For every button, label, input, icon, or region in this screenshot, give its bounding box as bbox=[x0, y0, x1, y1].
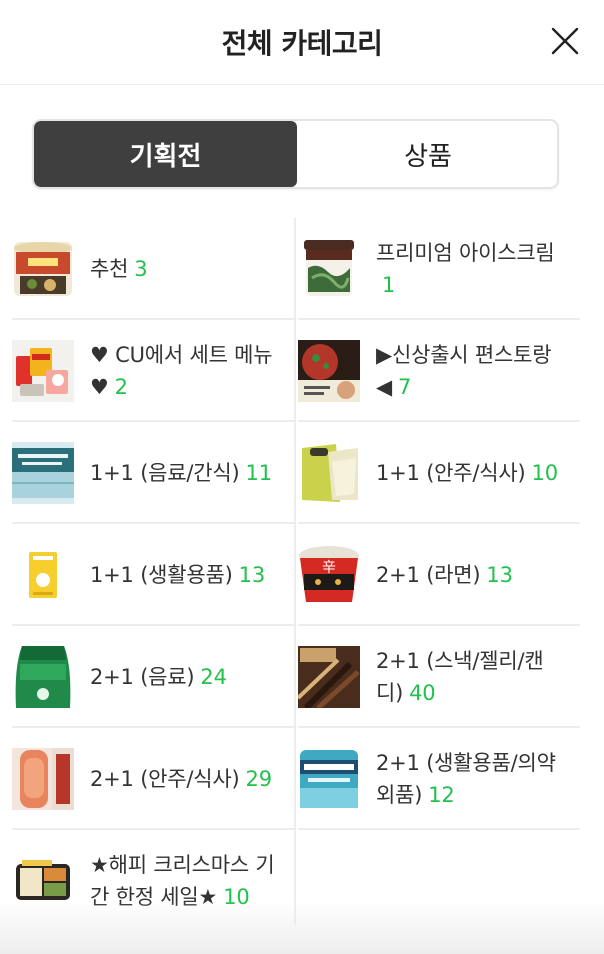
bottom-fade bbox=[0, 900, 604, 954]
category-label: 추천 3 bbox=[90, 257, 148, 281]
category-label: ♥ CU에서 세트 메뉴 ♥ 2 bbox=[90, 343, 273, 399]
category-item-2plus1-household-medicine[interactable]: 2+1 (생활용품/의약외품) 12 bbox=[298, 728, 580, 830]
category-label: ▶신상출시 편스토랑◀ 7 bbox=[376, 343, 552, 399]
category-label: 2+1 (라면) 13 bbox=[376, 563, 513, 587]
sausage-pack-icon bbox=[12, 748, 74, 810]
category-label: 1+1 (음료/간식) 11 bbox=[90, 461, 273, 485]
row-divider bbox=[298, 828, 580, 830]
category-label: 1+1 (안주/식사) 10 bbox=[376, 461, 559, 485]
close-button[interactable] bbox=[548, 24, 582, 58]
page-title: 전체 카테고리 bbox=[221, 27, 383, 60]
category-count: 10 bbox=[531, 461, 559, 485]
category-item-1plus1-household[interactable]: 1+1 (생활용품) 13 bbox=[12, 524, 294, 626]
category-count: 29 bbox=[245, 767, 273, 791]
category-item-2plus1-food[interactable]: 2+1 (안주/식사) 29 bbox=[12, 728, 294, 830]
category-item-recommended[interactable]: 추천 3 bbox=[12, 218, 294, 320]
category-label: 2+1 (생활용품/의약외품) 12 bbox=[376, 751, 556, 807]
category-label: 2+1 (안주/식사) 29 bbox=[90, 767, 273, 791]
category-label: 1+1 (생활용품) 13 bbox=[90, 563, 266, 587]
tab-products[interactable]: 상품 bbox=[297, 121, 557, 187]
category-tab-switch: 기획전 상품 bbox=[32, 119, 559, 189]
pepero-box-icon bbox=[298, 646, 360, 708]
category-label: 2+1 (스낵/젤리/캔디) 40 bbox=[376, 649, 544, 705]
category-count: 2 bbox=[114, 375, 128, 399]
category-count: 1 bbox=[382, 273, 396, 297]
close-icon bbox=[551, 27, 579, 55]
category-item-1plus1-drinks-snacks[interactable]: 1+1 (음료/간식) 11 bbox=[12, 422, 294, 524]
category-item-premium-icecream[interactable]: 프리미엄 아이스크림1 bbox=[298, 218, 580, 320]
category-item-1plus1-food[interactable]: 1+1 (안주/식사) 10 bbox=[298, 422, 580, 524]
category-item-new-release[interactable]: ▶신상출시 편스토랑◀ 7 bbox=[298, 320, 580, 422]
category-count: 7 bbox=[397, 375, 412, 399]
mask-pack-icon bbox=[12, 544, 74, 606]
category-count: 40 bbox=[409, 681, 436, 705]
tab-exhibition[interactable]: 기획전 bbox=[34, 121, 297, 187]
category-count: 24 bbox=[200, 665, 227, 689]
ice-cream-tub-icon bbox=[298, 238, 360, 300]
category-item-set-menu[interactable]: ♥ CU에서 세트 메뉴 ♥ 2 bbox=[12, 320, 294, 422]
soda-bottle-icon bbox=[12, 646, 74, 708]
column-divider bbox=[294, 218, 296, 924]
category-count: 3 bbox=[134, 257, 148, 281]
water-bottle-icon bbox=[12, 442, 74, 504]
category-count: 13 bbox=[238, 563, 266, 587]
mouthwash-icon bbox=[298, 748, 360, 810]
noodle-bowl-icon: 辛 bbox=[298, 544, 360, 606]
svg-text:辛: 辛 bbox=[322, 560, 336, 576]
category-count: 11 bbox=[245, 461, 273, 485]
new-product-icon bbox=[298, 340, 360, 402]
category-item-2plus1-snacks[interactable]: 2+1 (스낵/젤리/캔디) 40 bbox=[298, 626, 580, 728]
header-bar: 전체 카테고리 bbox=[0, 0, 604, 85]
snack-bag-icon bbox=[298, 442, 360, 504]
category-grid: 추천 3 프리미엄 아이스크림1 ♥ CU에서 세트 메뉴 ♥ 2 ▶신상출시 … bbox=[12, 218, 580, 924]
ramen-cup-icon bbox=[12, 238, 74, 300]
set-menu-icon bbox=[12, 340, 74, 402]
category-count: 12 bbox=[428, 783, 455, 807]
category-item-2plus1-ramen[interactable]: 辛 2+1 (라면) 13 bbox=[298, 524, 580, 626]
category-label: 2+1 (음료) 24 bbox=[90, 665, 227, 689]
category-count: 13 bbox=[486, 563, 513, 587]
category-item-2plus1-drinks[interactable]: 2+1 (음료) 24 bbox=[12, 626, 294, 728]
category-label: 프리미엄 아이스크림1 bbox=[376, 241, 555, 297]
